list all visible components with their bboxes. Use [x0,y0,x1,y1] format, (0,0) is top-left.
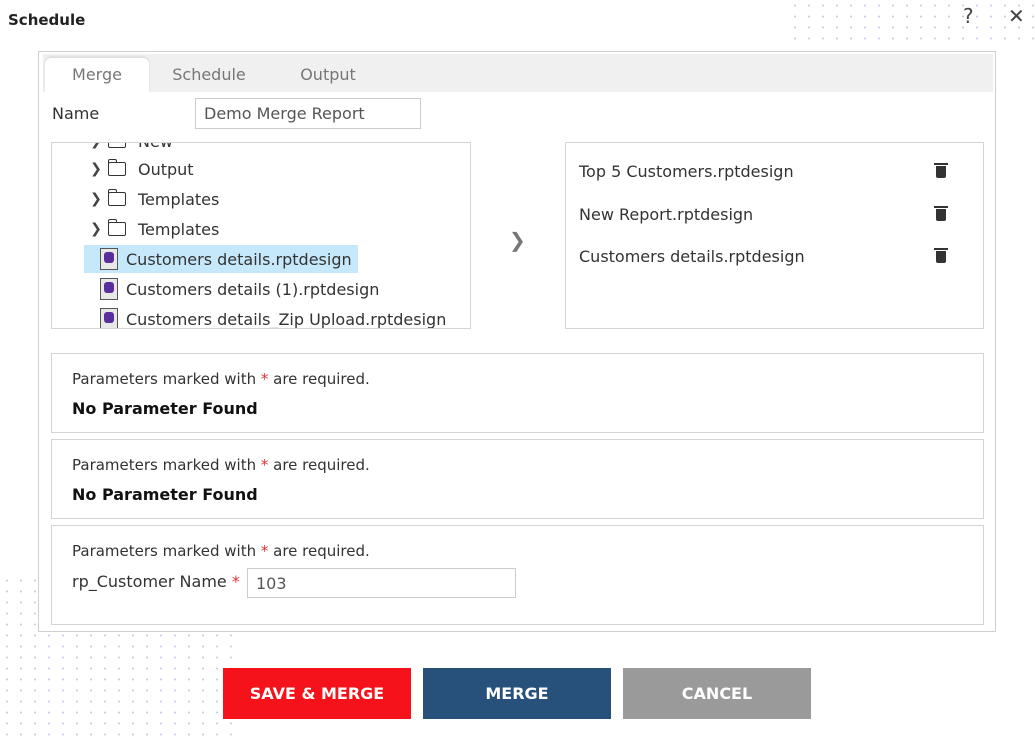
folder-icon [107,189,126,206]
required-note: Parameters marked with * are required. [72,456,370,474]
parameter-panel: Parameters marked with * are required. N… [51,439,984,519]
help-icon[interactable]: ? [963,4,974,28]
chevron-right-icon: ❯ [90,221,102,237]
selected-report: Customers details.rptdesign [579,247,805,266]
folder-label: Templates [138,189,220,209]
folder-icon [108,143,126,148]
folder-label: Output [138,159,194,179]
folder-label: New [138,143,173,151]
add-arrow-icon[interactable]: ❯ [509,228,526,252]
required-note: Parameters marked with * are required. [72,370,370,388]
parameter-panel: Parameters marked with * are required. r… [51,525,984,625]
customer-name-label: rp_Customer Name * [72,572,240,591]
tree-folder[interactable]: ❯ Output [88,155,194,183]
selected-report: Top 5 Customers.rptdesign [579,162,794,181]
tree-file-selected[interactable]: Customers details.rptdesign [84,245,358,273]
file-label: Customers details_Zip Upload.rptdesign [126,309,447,329]
required-note: Parameters marked with * are required. [72,542,370,560]
rptdesign-file-icon [100,308,118,328]
parameter-panel: Parameters marked with * are required. N… [51,353,984,433]
folder-label: Templates [138,219,220,239]
folder-icon [107,159,126,176]
trash-icon[interactable] [934,206,948,221]
dot-pattern [788,0,1035,48]
customer-name-input[interactable]: 103 [247,568,516,598]
tab-output[interactable]: Output [283,58,373,92]
trash-icon[interactable] [934,248,948,263]
close-icon[interactable]: ✕ [1008,4,1025,28]
tree-folder[interactable]: ❯ Templates [88,215,219,243]
file-label: Customers details.rptdesign [126,249,352,269]
selected-reports-list: Top 5 Customers.rptdesign New Report.rpt… [565,142,984,329]
save-merge-button[interactable]: SAVE & MERGE [223,668,411,719]
merge-dialog: Merge Schedule Output Name Demo Merge Re… [38,51,996,632]
no-parameter-message: No Parameter Found [72,399,258,418]
file-label: Customers details (1).rptdesign [126,279,380,299]
rptdesign-file-icon [100,278,118,300]
tab-schedule[interactable]: Schedule [159,58,259,92]
chevron-right-icon: ❯ [90,161,102,177]
selected-report: New Report.rptdesign [579,205,754,224]
cancel-button[interactable]: CANCEL [623,668,811,719]
tree-folder[interactable]: ❯ New [88,143,173,155]
no-parameter-message: No Parameter Found [72,485,258,504]
tab-bar: Merge Schedule Output [43,54,993,92]
chevron-right-icon: ❯ [90,191,102,207]
rptdesign-file-icon [100,248,118,270]
folder-icon [107,219,126,236]
report-tree[interactable]: ❯ New ❯ Output ❯ Templates ❯ Templates Custo… [51,142,471,329]
merge-button[interactable]: MERGE [423,668,611,719]
dialog-title: Schedule [8,11,86,29]
chevron-right-icon: ❯ [88,143,104,149]
tree-file[interactable]: Customers details_Zip Upload.rptdesign [100,305,447,329]
trash-icon[interactable] [934,163,948,178]
name-input[interactable]: Demo Merge Report [195,98,421,129]
tree-folder[interactable]: ❯ Templates [88,185,219,213]
name-label: Name [52,104,100,123]
tab-merge[interactable]: Merge [45,58,149,92]
tree-file[interactable]: Customers details (1).rptdesign [100,275,379,303]
